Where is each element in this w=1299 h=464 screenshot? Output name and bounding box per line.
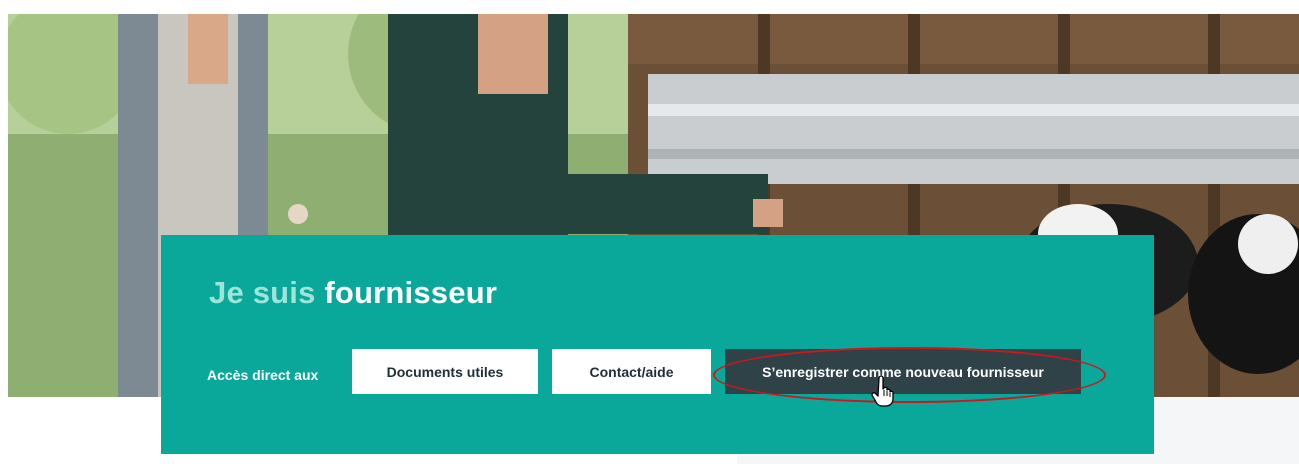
register-new-supplier-button[interactable]: S’enregistrer comme nouveau fournisseur	[725, 349, 1081, 394]
contact-help-button[interactable]: Contact/aide	[552, 349, 711, 394]
supplier-panel: Je suis fournisseur Accès direct aux Doc…	[161, 235, 1154, 454]
title-main: fournisseur	[324, 275, 498, 310]
page-title: Je suis fournisseur	[209, 275, 497, 311]
hand-pointer-icon	[871, 376, 894, 407]
useful-documents-button[interactable]: Documents utiles	[352, 349, 538, 394]
access-label: Accès direct aux	[207, 367, 319, 383]
title-prefix: Je suis	[209, 275, 316, 310]
